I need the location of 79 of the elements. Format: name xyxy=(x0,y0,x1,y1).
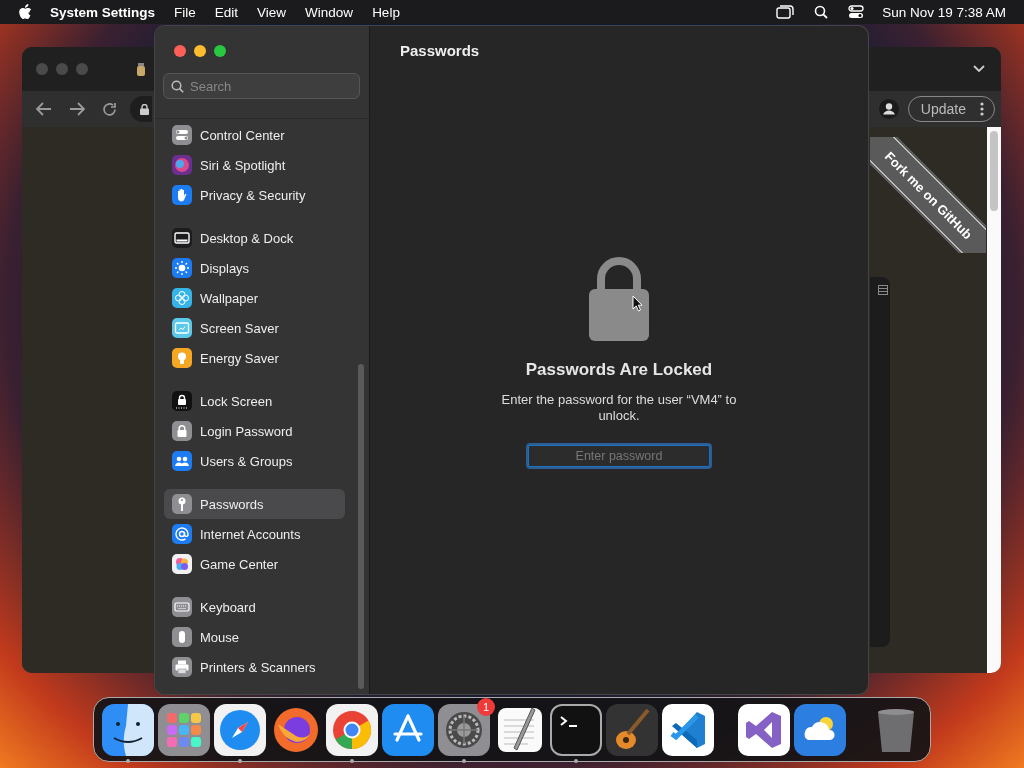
menu-item[interactable]: Edit xyxy=(214,4,239,20)
sidebar-item[interactable]: Siri & Spotlight xyxy=(164,150,345,180)
locked-title: Passwords Are Locked xyxy=(525,360,713,380)
at-sign-icon xyxy=(172,524,192,544)
sidebar-item[interactable]: Desktop & Dock xyxy=(164,223,345,253)
sidebar-item[interactable]: Wallpaper xyxy=(164,283,345,313)
keyboard-icon xyxy=(172,597,192,617)
users-icon xyxy=(172,451,192,471)
code-editor-icon[interactable] xyxy=(662,703,714,756)
sidebar-item[interactable]: Privacy & Security xyxy=(164,180,345,210)
scrollbar-thumb[interactable] xyxy=(358,364,364,689)
bulb-icon xyxy=(172,348,192,368)
apple-logo-icon[interactable] xyxy=(18,4,32,20)
desktop-icon xyxy=(172,228,192,248)
address-bar[interactable] xyxy=(130,96,152,122)
guitar-icon[interactable] xyxy=(606,703,658,756)
sidebar-item[interactable]: Displays xyxy=(164,253,345,283)
lock-icon xyxy=(172,421,192,441)
search-field[interactable]: Search xyxy=(163,73,360,99)
sidebar-item[interactable]: Control Center xyxy=(164,120,345,150)
lock-icon xyxy=(140,103,149,115)
back-arrow-icon[interactable] xyxy=(36,102,52,116)
finder-face-icon[interactable] xyxy=(102,703,154,756)
sidebar-item[interactable]: Screen Saver xyxy=(164,313,345,343)
scrollbar-thumb[interactable] xyxy=(990,131,998,211)
menu-clock[interactable]: Sun Nov 19 7:38 AM xyxy=(882,4,1006,20)
list-icon xyxy=(878,285,888,295)
sidebar-item[interactable]: Keyboard xyxy=(164,592,345,622)
sidebar-item[interactable]: Passwords xyxy=(164,489,345,519)
more-options-icon[interactable] xyxy=(980,102,984,116)
notification-badge: 1 xyxy=(477,697,495,716)
flower-icon xyxy=(172,288,192,308)
toggles-icon xyxy=(172,125,192,145)
chevron-down-icon[interactable] xyxy=(973,65,985,73)
lock-icon xyxy=(172,391,192,411)
screen-icon xyxy=(172,318,192,338)
cloud-icon[interactable] xyxy=(794,703,846,756)
mouse-pointer-icon xyxy=(632,295,643,312)
windows-icon[interactable] xyxy=(776,5,795,19)
gear-icon[interactable] xyxy=(438,703,490,756)
sidebar-item[interactable]: Internet Accounts xyxy=(164,519,345,549)
reload-icon[interactable] xyxy=(102,101,117,117)
menu-item[interactable]: Help xyxy=(372,4,400,20)
printer-icon xyxy=(172,657,192,677)
menu-item[interactable]: View xyxy=(257,4,287,20)
compass-icon[interactable] xyxy=(214,703,266,756)
zoom-button[interactable] xyxy=(214,45,226,57)
mouse-icon xyxy=(172,627,192,647)
menu-item[interactable]: Window xyxy=(305,4,354,20)
password-field[interactable]: Enter password xyxy=(528,445,710,467)
update-button[interactable]: Update xyxy=(907,96,995,122)
pane-title: Passwords xyxy=(399,41,481,59)
app-name[interactable]: System Settings xyxy=(50,4,156,20)
minimize-button[interactable] xyxy=(194,45,206,57)
hand-icon xyxy=(172,185,192,205)
sidebar-item[interactable]: Printers & Scanners xyxy=(164,652,345,682)
sidebar-item[interactable]: Mouse xyxy=(164,622,345,652)
sun-icon xyxy=(172,258,192,278)
app-grid-icon[interactable] xyxy=(158,703,210,756)
sidebar-item[interactable]: Lock Screen xyxy=(164,386,345,416)
bubbles-icon xyxy=(172,554,192,574)
sidebar-item[interactable]: Game Center xyxy=(164,549,345,579)
search-icon[interactable] xyxy=(814,5,829,19)
unlock-message: Enter the password for the user “VM4” to unlock. xyxy=(500,392,738,424)
wheel-logo-icon[interactable] xyxy=(326,703,378,756)
forward-arrow-icon[interactable] xyxy=(69,102,85,116)
orb-icon xyxy=(172,155,192,175)
close-button[interactable] xyxy=(174,45,186,57)
menu-item[interactable]: File xyxy=(174,4,196,20)
letter-a-icon[interactable] xyxy=(382,703,434,756)
profile-icon[interactable] xyxy=(878,99,899,119)
sidebar-item[interactable]: Energy Saver xyxy=(164,343,345,373)
jar-icon xyxy=(136,62,146,76)
key-icon xyxy=(172,494,192,514)
control-center-icon[interactable] xyxy=(848,5,865,19)
search-icon xyxy=(171,80,184,93)
sidebar-item[interactable]: Login Password xyxy=(164,416,345,446)
terminal-icon[interactable] xyxy=(550,703,602,756)
sidebar-item[interactable]: Users & Groups xyxy=(164,446,345,476)
